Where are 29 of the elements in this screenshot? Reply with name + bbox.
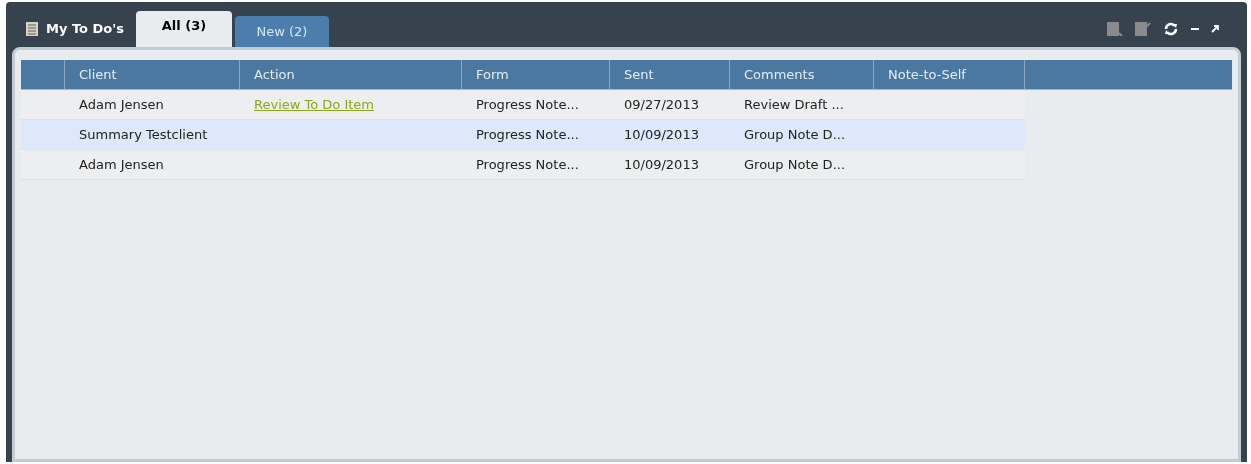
notepad-icon xyxy=(26,22,38,36)
table-cell-text: Progress Note... xyxy=(476,95,579,114)
document-edit-icon[interactable] xyxy=(1135,22,1151,36)
table-cell-text: Group Note D... xyxy=(744,125,846,144)
column-header[interactable]: Sent xyxy=(610,60,730,89)
review-link[interactable]: Review To Do Item xyxy=(254,94,375,115)
table-cell-text: 10/09/2013 xyxy=(624,125,699,144)
table-cell-text: Group Note D... xyxy=(744,155,846,174)
minimize-icon[interactable] xyxy=(1191,27,1199,31)
tab[interactable]: New (2) xyxy=(235,16,329,47)
table-cell-text: Progress Note... xyxy=(476,155,579,174)
table-cell-text: Review Draft ... xyxy=(744,95,844,114)
table-row[interactable]: Summary Testclient Progress Note... 10/09/2013 Group Note D... xyxy=(21,120,1025,150)
table-cell-text: 09/27/2013 xyxy=(624,95,699,114)
table-cell-text: Progress Note... xyxy=(476,125,579,144)
table-cell-text: 10/09/2013 xyxy=(624,155,699,174)
column-header[interactable]: Note-to-Self xyxy=(874,60,1025,89)
tab[interactable]: All (3) xyxy=(136,11,232,47)
panel-title: My To Do's xyxy=(46,20,124,39)
column-header[interactable]: Client xyxy=(65,60,240,89)
refresh-icon[interactable] xyxy=(1163,21,1179,37)
column-header[interactable]: Action xyxy=(240,60,462,89)
document-search-icon[interactable] xyxy=(1107,22,1123,36)
column-header[interactable]: Comments xyxy=(730,60,874,89)
table-cell-text: Adam Jensen xyxy=(79,95,164,114)
expand-icon[interactable] xyxy=(1211,25,1219,33)
column-header[interactable]: Form xyxy=(462,60,610,89)
table-cell-text: Summary Testclient xyxy=(79,125,208,144)
table-cell-text: Adam Jensen xyxy=(79,155,164,174)
